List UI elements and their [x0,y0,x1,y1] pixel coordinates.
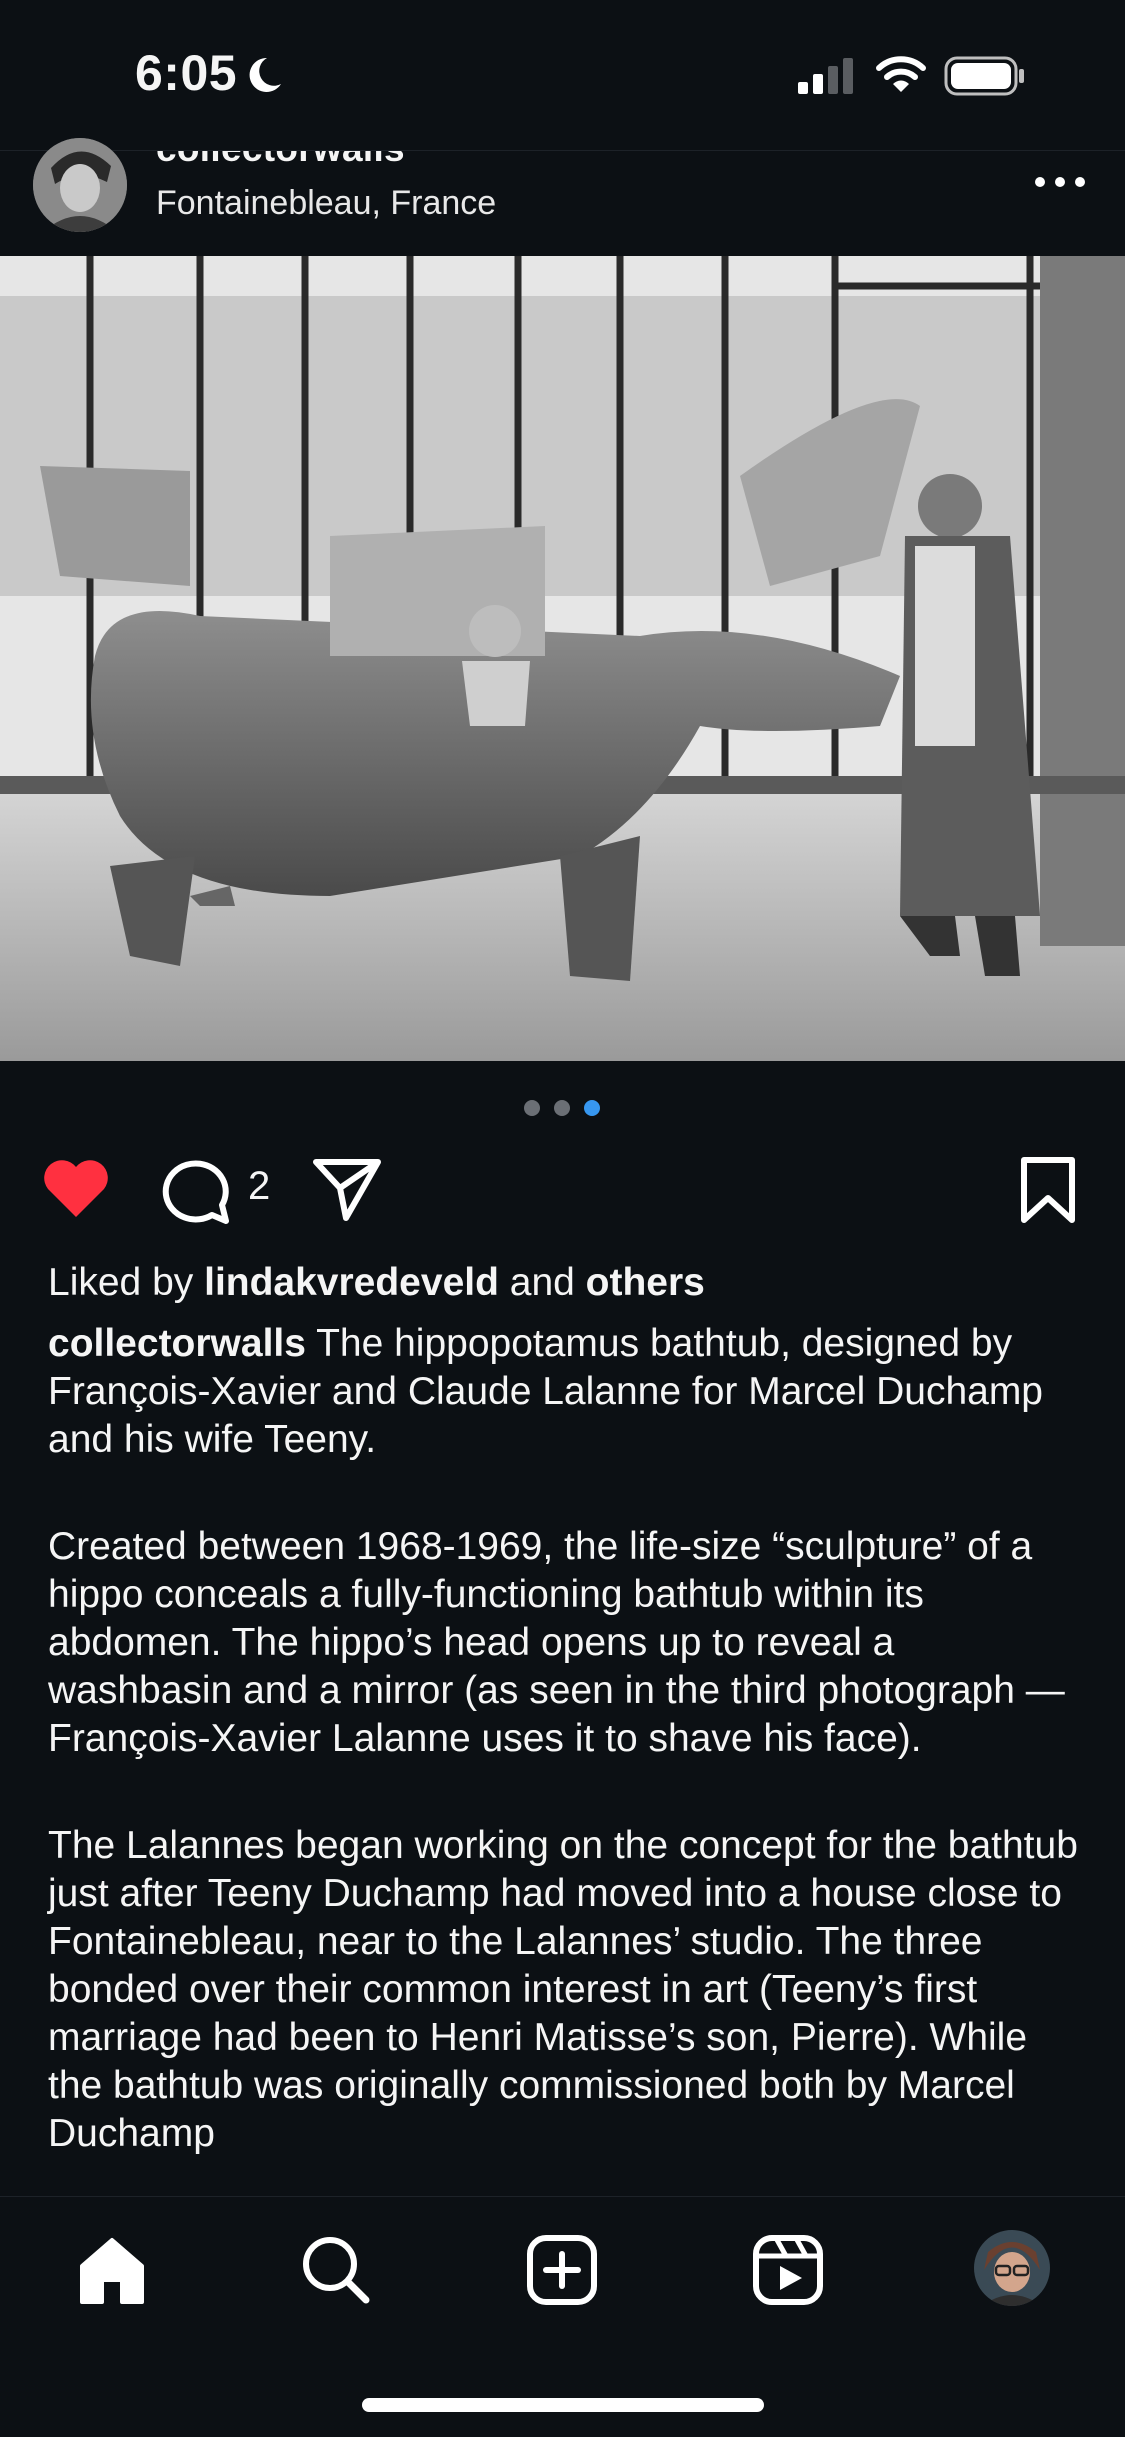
wifi-icon [876,56,926,92]
bookmark-icon[interactable] [1018,1156,1078,1224]
reels-icon[interactable] [748,2230,828,2310]
create-post-icon[interactable] [522,2230,602,2310]
likes-middle: and [498,1261,586,1304]
likes-prefix: Liked by [48,1261,205,1304]
carousel-dot-active [584,1100,600,1116]
profile-avatar[interactable] [974,2230,1050,2306]
moon-icon [249,57,281,92]
comment-icon[interactable] [162,1155,234,1225]
status-time-text: 6:05 [135,45,238,101]
status-divider [0,150,1125,151]
caption-author[interactable]: collectorwalls [48,1322,306,1365]
caption-paragraph: collectorwalls The hippopotamus bathtub,… [48,1320,1088,1464]
likes-others[interactable]: others [586,1261,705,1304]
home-icon[interactable] [72,2230,152,2310]
carousel-dot [554,1100,570,1116]
share-send-icon[interactable] [312,1158,382,1222]
post-caption: collectorwalls The hippopotamus bathtub,… [48,1320,1088,2196]
battery-icon [944,56,1024,96]
carousel-indicator [524,1100,600,1116]
caption-paragraph: The Lalannes began working on the concep… [48,1824,1078,2155]
caption-viewport: collectorwalls The hippopotamus bathtub,… [0,1300,1125,2196]
more-options-icon[interactable] [1030,168,1090,196]
cellular-signal-icon [798,58,853,94]
post-location[interactable]: Fontainebleau, France [156,184,496,223]
post-photo[interactable] [0,256,1125,1061]
home-indicator[interactable] [362,2398,764,2412]
comment-count[interactable]: 2 [248,1164,270,1209]
carousel-dot [524,1100,540,1116]
caption-paragraph: Created between 1968-1969, the life-size… [48,1525,1065,1760]
post-author-avatar[interactable] [33,138,127,232]
search-icon[interactable] [296,2230,376,2310]
liked-by-user[interactable]: lindakvredeveld [204,1261,499,1304]
like-heart-icon[interactable] [40,1157,112,1221]
